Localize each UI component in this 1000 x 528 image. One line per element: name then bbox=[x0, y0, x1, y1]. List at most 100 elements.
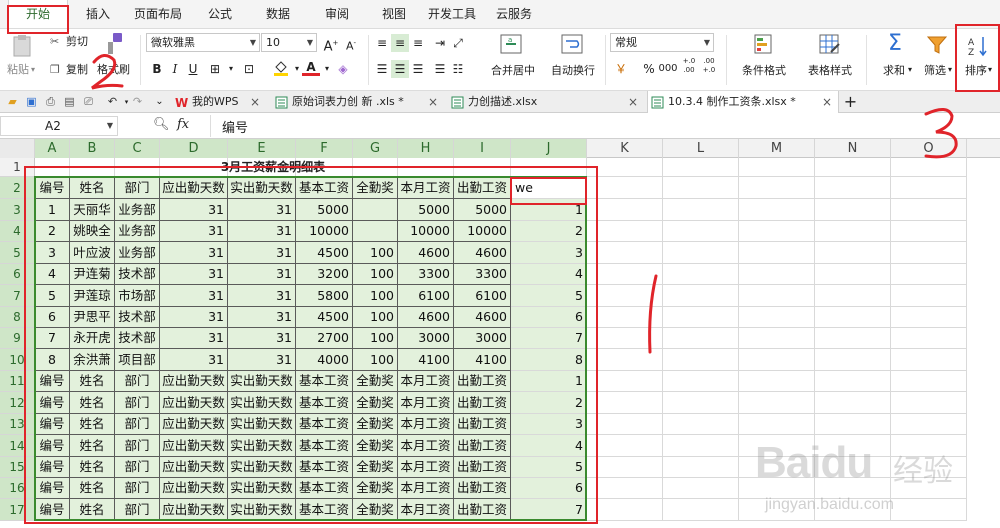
cell[interactable]: 8 bbox=[511, 349, 587, 371]
cell[interactable] bbox=[511, 158, 587, 177]
cell[interactable]: 4 bbox=[35, 264, 70, 285]
cell[interactable]: 1 bbox=[35, 199, 70, 221]
cell[interactable] bbox=[891, 435, 967, 457]
cell[interactable]: 全勤奖 bbox=[353, 177, 398, 199]
align-middle-button[interactable]: ≡ bbox=[391, 34, 409, 52]
cell[interactable]: 姓名 bbox=[70, 371, 115, 392]
cell[interactable]: 实出勤天数 bbox=[228, 392, 296, 414]
cell[interactable] bbox=[815, 349, 891, 371]
copy-button[interactable]: 复制 bbox=[66, 63, 88, 77]
cell[interactable] bbox=[815, 435, 891, 457]
cell[interactable] bbox=[815, 371, 891, 392]
cell[interactable]: 应出勤天数 bbox=[160, 478, 228, 499]
cell[interactable]: 6 bbox=[511, 478, 587, 499]
cell[interactable]: 姓名 bbox=[70, 499, 115, 521]
cell[interactable] bbox=[815, 221, 891, 242]
cell[interactable]: 2700 bbox=[296, 328, 353, 349]
cell[interactable]: 出勤工资 bbox=[454, 177, 511, 199]
cell[interactable] bbox=[739, 349, 815, 371]
cell[interactable] bbox=[739, 177, 815, 199]
cell[interactable]: 应出勤天数 bbox=[160, 371, 228, 392]
cell[interactable] bbox=[663, 371, 739, 392]
cell[interactable] bbox=[587, 457, 663, 478]
cell[interactable] bbox=[353, 199, 398, 221]
cell[interactable] bbox=[739, 478, 815, 499]
filter-icon[interactable] bbox=[925, 33, 949, 57]
cell[interactable] bbox=[663, 328, 739, 349]
cell[interactable]: 2 bbox=[35, 221, 70, 242]
cell[interactable] bbox=[739, 392, 815, 414]
cell[interactable]: 4500 bbox=[296, 307, 353, 328]
cell[interactable] bbox=[815, 285, 891, 307]
new-tab-icon[interactable]: + bbox=[843, 92, 858, 111]
cell[interactable] bbox=[663, 392, 739, 414]
cell[interactable]: 部门 bbox=[115, 499, 160, 521]
cell[interactable] bbox=[587, 264, 663, 285]
cell[interactable]: 全勤奖 bbox=[353, 435, 398, 457]
menu-tab[interactable]: 数据 bbox=[256, 0, 300, 28]
table-style-icon[interactable] bbox=[816, 31, 842, 57]
paste-icon[interactable] bbox=[9, 33, 35, 59]
filter-arrow[interactable]: ▾ bbox=[948, 63, 952, 77]
row-header[interactable]: 16 bbox=[0, 478, 35, 499]
cell[interactable]: 姓名 bbox=[70, 435, 115, 457]
cell[interactable] bbox=[663, 177, 739, 199]
cell[interactable]: 编号 bbox=[35, 499, 70, 521]
merge-center-button[interactable]: 合并居中 bbox=[483, 62, 543, 78]
cell[interactable]: 技术部 bbox=[115, 328, 160, 349]
cell[interactable]: 4 bbox=[511, 435, 587, 457]
font-name-select[interactable]: 微软雅黑 ▼ bbox=[146, 33, 260, 52]
cell[interactable] bbox=[587, 328, 663, 349]
align-bottom-button[interactable]: ≡ bbox=[409, 34, 427, 52]
cell[interactable]: 10000 bbox=[398, 221, 454, 242]
grow-font-button[interactable]: A+ bbox=[322, 34, 340, 54]
cell[interactable] bbox=[815, 264, 891, 285]
cell[interactable]: 姚映全 bbox=[70, 221, 115, 242]
cell[interactable] bbox=[815, 199, 891, 221]
cell[interactable]: 5000 bbox=[454, 199, 511, 221]
cell[interactable] bbox=[587, 435, 663, 457]
cell[interactable] bbox=[739, 371, 815, 392]
save-icon[interactable]: ▣ bbox=[24, 94, 39, 109]
cell[interactable]: 全勤奖 bbox=[353, 371, 398, 392]
cell[interactable]: 应出勤天数 bbox=[160, 435, 228, 457]
indent-button[interactable]: ⇥ bbox=[431, 34, 449, 52]
cell[interactable] bbox=[891, 478, 967, 499]
sum-icon[interactable]: Σ bbox=[888, 31, 902, 57]
cell[interactable] bbox=[891, 158, 967, 177]
cell[interactable]: 应出勤天数 bbox=[160, 457, 228, 478]
cell[interactable]: 编号 bbox=[35, 457, 70, 478]
cell[interactable] bbox=[663, 457, 739, 478]
close-icon[interactable]: × bbox=[250, 91, 260, 113]
cell[interactable]: 应出勤天数 bbox=[160, 414, 228, 435]
menu-tab[interactable]: 视图 bbox=[374, 0, 414, 28]
column-header[interactable]: C bbox=[115, 139, 160, 158]
formula-input[interactable]: 编号 bbox=[222, 117, 248, 136]
cell[interactable]: 尹莲琼 bbox=[70, 285, 115, 307]
cell[interactable]: 5000 bbox=[398, 199, 454, 221]
wrap-text-button[interactable]: 自动换行 bbox=[545, 62, 601, 78]
cell[interactable]: 基本工资 bbox=[296, 392, 353, 414]
cell[interactable]: 本月工资 bbox=[398, 177, 454, 199]
row-header[interactable]: 13 bbox=[0, 414, 35, 435]
cell[interactable] bbox=[739, 307, 815, 328]
cell[interactable]: 部门 bbox=[115, 457, 160, 478]
cell[interactable] bbox=[815, 414, 891, 435]
cell[interactable]: 3300 bbox=[398, 264, 454, 285]
cell[interactable] bbox=[587, 307, 663, 328]
filter-button[interactable]: 筛选 bbox=[918, 62, 952, 78]
cell[interactable] bbox=[587, 242, 663, 264]
cell[interactable] bbox=[587, 414, 663, 435]
cell[interactable]: 3 bbox=[511, 414, 587, 435]
cell[interactable]: 31 bbox=[228, 307, 296, 328]
sort-arrow[interactable]: ▾ bbox=[988, 63, 992, 77]
cell[interactable]: 10000 bbox=[296, 221, 353, 242]
cell[interactable]: 本月工资 bbox=[398, 371, 454, 392]
cell[interactable] bbox=[891, 177, 967, 199]
row-header[interactable]: 2 bbox=[0, 177, 35, 199]
cell[interactable]: 2 bbox=[511, 392, 587, 414]
cell[interactable]: 5 bbox=[511, 457, 587, 478]
align-top-button[interactable]: ≡ bbox=[373, 34, 391, 52]
cell[interactable]: 5000 bbox=[296, 199, 353, 221]
cell[interactable] bbox=[587, 349, 663, 371]
